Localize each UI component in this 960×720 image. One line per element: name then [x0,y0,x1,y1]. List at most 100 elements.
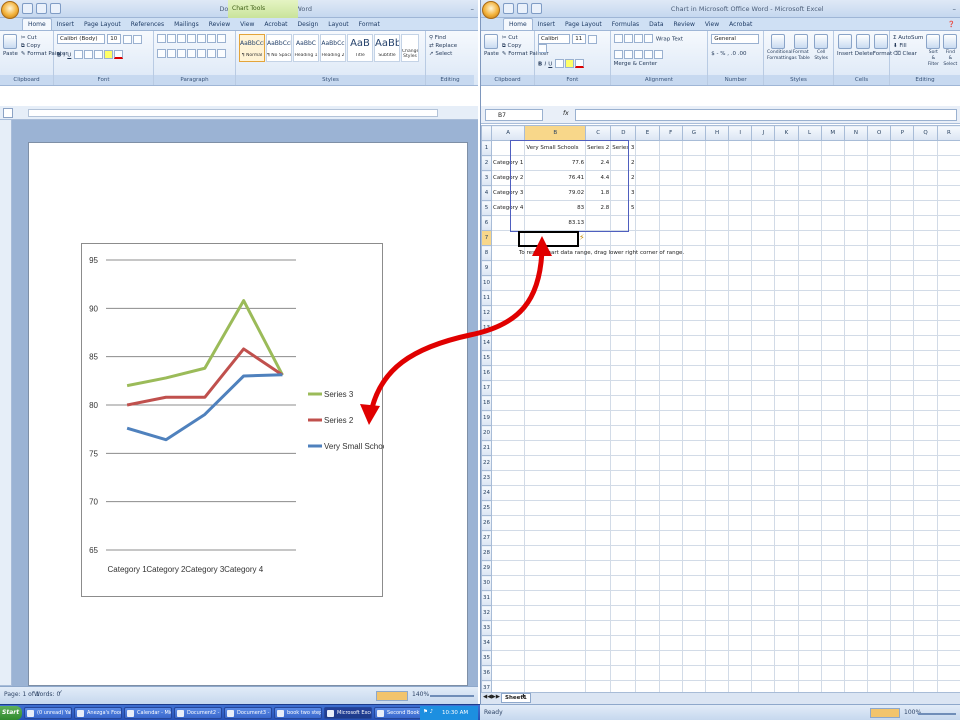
cell[interactable] [704,620,730,636]
cell[interactable] [490,380,526,396]
cell[interactable] [728,470,753,486]
cell[interactable] [751,275,776,291]
cell[interactable] [490,455,526,471]
cell[interactable] [635,320,660,336]
cell[interactable] [913,155,938,171]
row-header[interactable]: 7 [481,230,492,246]
cell[interactable] [681,440,706,456]
cell[interactable] [524,680,587,692]
cell[interactable] [524,500,587,516]
cell[interactable] [820,215,845,231]
cell[interactable] [751,185,776,201]
cell[interactable] [585,230,612,246]
cell[interactable] [585,215,612,231]
insert-cells-button[interactable]: Insert [837,34,853,58]
cell[interactable] [843,170,869,186]
cell[interactable] [797,635,822,651]
cell[interactable] [635,665,660,681]
cell[interactable] [913,500,938,516]
cell[interactable] [843,620,869,636]
cell[interactable] [867,485,892,501]
cell[interactable] [728,440,753,456]
cell[interactable] [585,515,612,531]
cell[interactable] [751,425,776,441]
cell[interactable] [936,440,960,456]
cell[interactable] [843,245,869,261]
zoom-slider[interactable] [430,695,474,697]
cell[interactable] [774,305,799,321]
cell[interactable] [774,620,799,636]
cell[interactable]: 4.4 [585,170,612,186]
row-header[interactable]: 16 [481,365,492,381]
cell[interactable] [585,485,612,501]
fill-color-icon[interactable] [564,59,574,68]
cell[interactable] [635,425,660,441]
cell[interactable] [890,350,915,366]
cell[interactable] [890,185,915,201]
cell[interactable] [820,305,845,321]
cell[interactable] [490,215,526,231]
cell[interactable] [913,320,938,336]
cell[interactable] [524,650,587,666]
cell[interactable] [820,470,845,486]
cell[interactable] [936,425,960,441]
cell[interactable] [728,275,753,291]
fx-icon[interactable]: fx [563,110,569,117]
cell[interactable] [774,665,799,681]
grow-font-icon[interactable] [123,34,133,44]
cell[interactable] [658,575,683,591]
cell[interactable] [774,350,799,366]
cell[interactable] [797,335,822,351]
cell[interactable] [524,230,587,246]
cell[interactable] [843,320,869,336]
cell[interactable] [490,335,526,351]
cell[interactable] [797,395,822,411]
cell[interactable] [774,185,799,201]
cell[interactable] [913,410,938,426]
cell[interactable] [936,500,960,516]
cell[interactable] [585,500,612,516]
cell[interactable] [936,365,960,381]
cell[interactable] [890,665,915,681]
autofill-options-icon[interactable]: ⚡ [579,233,585,242]
cell[interactable] [890,395,915,411]
cell[interactable] [490,230,526,246]
cell[interactable] [585,530,612,546]
cell[interactable] [774,275,799,291]
cell[interactable]: 3 [610,185,637,201]
tab-view[interactable]: View [700,19,724,30]
cell[interactable] [843,665,869,681]
cell[interactable] [913,140,938,156]
cell[interactable] [490,650,526,666]
cell[interactable] [867,440,892,456]
row-header[interactable]: 36 [481,665,492,681]
cell[interactable] [704,500,730,516]
save-icon[interactable] [22,3,33,14]
cell[interactable] [890,275,915,291]
cell[interactable] [524,455,587,471]
cell[interactable] [524,440,587,456]
row-header[interactable]: 13 [481,320,492,336]
cell[interactable] [610,215,637,231]
cell[interactable] [585,650,612,666]
taskbar-item[interactable]: Document2 - Micro... [174,707,222,719]
select-all-corner[interactable] [481,125,492,141]
cell[interactable] [635,545,660,561]
cell[interactable] [635,560,660,576]
cell[interactable] [751,680,776,692]
cell[interactable] [890,425,915,441]
cell[interactable] [728,200,753,216]
cell[interactable] [867,395,892,411]
bullets-icon[interactable] [157,34,166,43]
find-button[interactable]: ⚲ Find [429,34,471,42]
row-header[interactable]: 4 [481,185,492,201]
cell[interactable] [843,425,869,441]
tab-acrobat[interactable]: Acrobat [724,19,757,30]
cell[interactable] [913,185,938,201]
shading-icon[interactable] [207,49,216,58]
cell[interactable] [658,515,683,531]
cell[interactable] [843,155,869,171]
align-center-icon[interactable] [167,49,176,58]
cell[interactable] [751,440,776,456]
cell[interactable] [867,245,892,261]
